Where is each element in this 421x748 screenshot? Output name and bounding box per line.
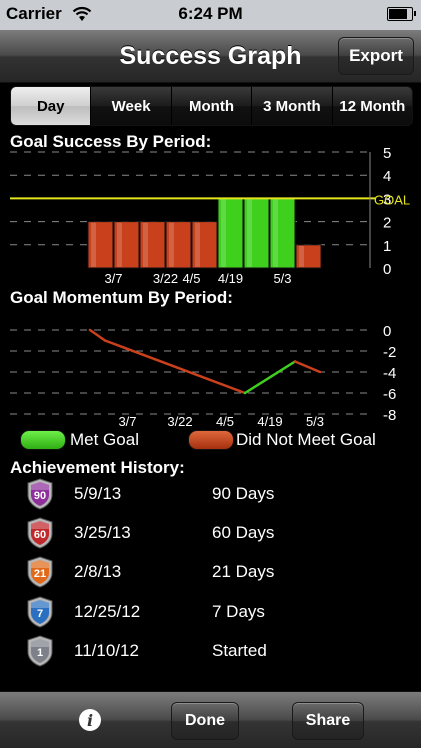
badge-60-icon: 60 — [26, 517, 54, 554]
goal-label: GOAL — [374, 192, 410, 207]
momentum-segment — [243, 360, 297, 395]
momentum-segment — [293, 360, 322, 374]
badge-started-icon: 1 — [26, 635, 54, 672]
achievement-row: 60 3/25/13 60 Days — [26, 517, 406, 553]
y-tick-label: 5 — [383, 146, 391, 162]
x-tick-label: 4/5 — [216, 414, 234, 428]
legend-met-label: Met Goal — [70, 430, 139, 449]
achievement-row: 21 2/8/13 21 Days — [26, 556, 406, 592]
success-bar-chart: 012345GOAL3/7 3/22 4/5 4/19 5/3 — [10, 146, 410, 286]
svg-text:21: 21 — [34, 568, 46, 580]
y-tick-label: 4 — [383, 168, 391, 185]
achievement-desc: 7 Days — [212, 602, 265, 621]
x-tick-label: 4/19 — [218, 271, 243, 286]
momentum-line-chart: 0 -2 -4 -6 -8 3/7 3/22 4/5 4/19 5/3 — [10, 323, 396, 428]
y-tick-label: 2 — [383, 215, 391, 232]
momentum-segment — [88, 328, 107, 342]
y-tick-label: -6 — [383, 386, 396, 403]
info-icon[interactable]: i — [79, 709, 101, 731]
svg-text:60: 60 — [34, 529, 46, 541]
achievement-desc: 90 Days — [212, 484, 275, 503]
badge-21-icon: 21 — [26, 556, 54, 593]
momentum-chart-title: Goal Momentum By Period: — [10, 288, 233, 307]
achievement-row: 7 12/25/12 7 Days — [26, 596, 406, 632]
achievement-desc: 21 Days — [212, 562, 275, 581]
achievement-row: 1 11/10/12 Started — [26, 635, 406, 671]
bar-highlight — [143, 222, 148, 267]
achievement-date: 3/25/13 — [74, 523, 131, 542]
status-bar: Carrier 6:24 PM — [0, 0, 421, 30]
legend-not-met-swatch — [188, 430, 234, 450]
bottom-toolbar: i Done Share — [0, 691, 421, 748]
legend-met-swatch — [20, 430, 66, 450]
status-time: 6:24 PM — [178, 4, 243, 23]
done-button[interactable]: Done — [171, 702, 239, 740]
navigation-bar: Success Graph Export — [0, 30, 421, 83]
x-tick-label: 3/7 — [118, 414, 136, 428]
x-tick-label: 3/7 — [104, 271, 122, 286]
y-tick-label: 0 — [383, 261, 391, 278]
achievement-history-title: Achievement History: — [10, 458, 185, 477]
y-tick-label: 1 — [383, 238, 391, 255]
achievement-desc: Started — [212, 641, 267, 660]
x-tick-label: 5/3 — [306, 414, 324, 428]
momentum-segment — [103, 339, 247, 395]
battery-icon — [387, 7, 416, 21]
svg-text:1: 1 — [37, 647, 43, 659]
badge-7-icon: 7 — [26, 596, 54, 633]
tab-12-month[interactable]: 12 Month — [331, 87, 412, 125]
x-tick-label: 4/19 — [257, 414, 282, 428]
achievement-date: 2/8/13 — [74, 562, 122, 581]
y-tick-label: -4 — [383, 365, 396, 382]
x-tick-label: 3/22 — [167, 414, 192, 428]
export-button[interactable]: Export — [338, 37, 414, 75]
tab-day[interactable]: Day — [11, 87, 91, 125]
badge-90-icon: 90 — [26, 478, 54, 515]
bar-highlight — [247, 199, 252, 267]
period-segmented-control: Day Week Month 3 Month 12 Month — [10, 86, 413, 126]
x-tick-label: 3/22 — [153, 271, 178, 286]
svg-text:90: 90 — [34, 490, 46, 502]
achievement-row: 90 5/9/13 90 Days — [26, 478, 406, 514]
y-tick-label: -8 — [383, 407, 396, 424]
y-tick-label: -2 — [383, 344, 396, 361]
bar-highlight — [221, 199, 226, 267]
tab-month[interactable]: Month — [170, 87, 251, 125]
tab-week[interactable]: Week — [90, 87, 170, 125]
bar-highlight — [91, 222, 96, 267]
bar-highlight — [117, 222, 122, 267]
bar-highlight — [273, 199, 278, 267]
svg-text:7: 7 — [37, 608, 43, 620]
legend-not-met-label: Did Not Meet Goal — [236, 430, 376, 449]
achievement-date: 5/9/13 — [74, 484, 122, 503]
app-screen: Carrier 6:24 PM Success Graph Export Day… — [0, 0, 421, 748]
share-button[interactable]: Share — [292, 702, 364, 740]
achievement-desc: 60 Days — [212, 523, 275, 542]
bar-highlight — [299, 245, 304, 267]
x-tick-label: 5/3 — [273, 271, 291, 286]
tab-3-month[interactable]: 3 Month — [251, 87, 331, 125]
y-tick-label: 0 — [383, 323, 391, 340]
achievement-date: 11/10/12 — [74, 641, 139, 660]
bar-highlight — [195, 222, 200, 267]
bar-highlight — [169, 222, 174, 267]
x-tick-label: 4/5 — [182, 271, 200, 286]
achievement-date: 12/25/12 — [74, 602, 141, 621]
